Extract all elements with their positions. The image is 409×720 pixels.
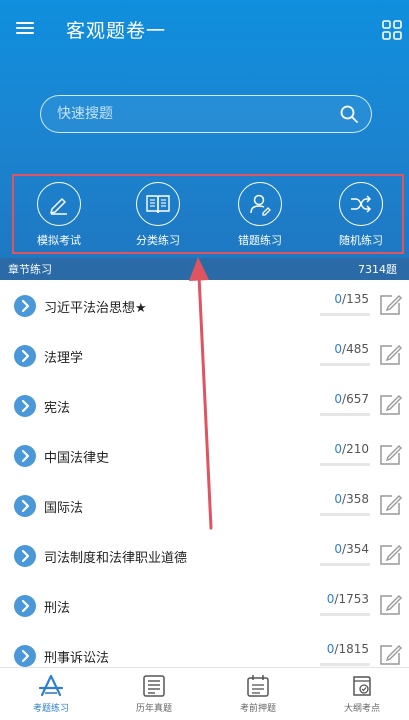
shuffle-icon bbox=[339, 182, 383, 226]
chapter-total-count: /485 bbox=[342, 342, 369, 356]
nav-predict-label: 考前押题 bbox=[239, 704, 276, 714]
chapter-row[interactable]: 中国法律史 0/210 bbox=[0, 432, 409, 482]
chapter-total-count: /1753 bbox=[334, 592, 369, 606]
section-title: 章节练习 bbox=[8, 263, 52, 276]
grid-icon[interactable] bbox=[382, 20, 402, 40]
search-input[interactable] bbox=[57, 96, 327, 131]
chapter-row[interactable]: 习近平法治思想★ 0/135 bbox=[0, 282, 409, 332]
search-box bbox=[40, 95, 372, 133]
edit-icon[interactable] bbox=[378, 443, 402, 467]
chapter-progress: 0/1753 bbox=[327, 592, 369, 606]
section-bar: 章节练习 7314题 bbox=[0, 258, 409, 280]
menu-icon[interactable] bbox=[14, 18, 36, 40]
chevron-right-icon bbox=[14, 645, 36, 667]
chapter-total-count: /135 bbox=[342, 292, 369, 306]
chapter-total-count: /1815 bbox=[334, 642, 369, 656]
chapter-name: 宪法 bbox=[44, 401, 71, 416]
chapter-done-count: 0 bbox=[334, 342, 343, 356]
mock-exam-button[interactable]: 模拟考试 bbox=[16, 182, 102, 252]
nav-outline-label: 大纲考点 bbox=[343, 704, 380, 714]
chapter-row[interactable]: 刑事诉讼法 0/1815 bbox=[0, 632, 409, 667]
random-practice-label: 随机练习 bbox=[339, 234, 383, 247]
chapter-progress: 0/1815 bbox=[327, 642, 369, 656]
chapter-progress: 0/210 bbox=[334, 442, 369, 456]
chapter-name: 刑法 bbox=[44, 601, 71, 616]
mock-exam-label: 模拟考试 bbox=[37, 234, 81, 247]
chapter-progress-bar bbox=[320, 363, 370, 366]
chapter-progress-bar bbox=[320, 563, 370, 566]
edit-icon[interactable] bbox=[378, 593, 402, 617]
question-count: 7314题 bbox=[358, 263, 397, 276]
chapter-row[interactable]: 宪法 0/657 bbox=[0, 382, 409, 432]
chevron-right-icon bbox=[14, 295, 36, 317]
chapter-progress: 0/354 bbox=[334, 542, 369, 556]
top-bar: 客观题卷一 bbox=[0, 0, 409, 60]
chapter-progress-bar bbox=[320, 413, 370, 416]
chapter-name: 习近平法治思想★ bbox=[44, 301, 147, 316]
book-icon bbox=[136, 182, 180, 226]
chapter-name: 刑事诉讼法 bbox=[44, 651, 110, 666]
calendar-icon bbox=[247, 675, 269, 697]
chapter-total-count: /210 bbox=[342, 442, 369, 456]
chapter-progress: 0/358 bbox=[334, 492, 369, 506]
chapter-row[interactable]: 法理学 0/485 bbox=[0, 332, 409, 382]
edit-icon[interactable] bbox=[378, 393, 402, 417]
chapter-name: 中国法律史 bbox=[44, 451, 110, 466]
chapter-list: 习近平法治思想★ 0/135 法理学 0/485 宪法 0/657 中国法律史 0/210 国际… bbox=[0, 282, 409, 667]
pen-icon bbox=[37, 182, 81, 226]
chapter-name: 国际法 bbox=[44, 501, 84, 516]
chapter-done-count: 0 bbox=[334, 492, 343, 506]
wrong-questions-button[interactable]: 错题练习 bbox=[217, 182, 303, 252]
chapter-name: 司法制度和法律职业道德 bbox=[44, 551, 188, 566]
nav-past-papers[interactable]: 历年真题 bbox=[114, 672, 194, 720]
exam-practice-icon bbox=[38, 674, 64, 697]
edit-icon[interactable] bbox=[378, 343, 402, 367]
category-practice-label: 分类练习 bbox=[136, 234, 180, 247]
nav-exam-practice-label: 考题练习 bbox=[32, 704, 69, 714]
past-papers-icon bbox=[143, 675, 165, 697]
nav-predict[interactable]: 考前押题 bbox=[218, 672, 298, 720]
wrong-questions-label: 错题练习 bbox=[238, 234, 282, 247]
chapter-row[interactable]: 刑法 0/1753 bbox=[0, 582, 409, 632]
chevron-right-icon bbox=[14, 395, 36, 417]
chapter-progress-bar bbox=[320, 613, 370, 616]
feature-panel: 模拟考试 分类练习 错题练习 随机练习 bbox=[12, 174, 404, 254]
chapter-row[interactable]: 司法制度和法律职业道德 0/354 bbox=[0, 532, 409, 582]
chapter-progress-bar bbox=[320, 513, 370, 516]
chapter-total-count: /354 bbox=[342, 542, 369, 556]
chapter-total-count: /657 bbox=[342, 392, 369, 406]
chevron-right-icon bbox=[14, 445, 36, 467]
chevron-right-icon bbox=[14, 595, 36, 617]
random-practice-button[interactable]: 随机练习 bbox=[318, 182, 404, 252]
chapter-done-count: 0 bbox=[334, 442, 343, 456]
search-icon[interactable] bbox=[339, 104, 359, 124]
category-practice-button[interactable]: 分类练习 bbox=[115, 182, 201, 252]
chapter-done-count: 0 bbox=[334, 392, 343, 406]
chapter-done-count: 0 bbox=[334, 292, 343, 306]
chapter-total-count: /358 bbox=[342, 492, 369, 506]
edit-icon[interactable] bbox=[378, 543, 402, 567]
edit-icon[interactable] bbox=[378, 293, 402, 317]
page-title: 客观题卷一 bbox=[66, 20, 167, 42]
chapter-progress: 0/657 bbox=[334, 392, 369, 406]
chapter-done-count: 0 bbox=[334, 542, 343, 556]
bottom-nav: 考题练习 历年真题 考前押题 大纲考点 bbox=[0, 667, 409, 720]
chevron-right-icon bbox=[14, 345, 36, 367]
nav-outline[interactable]: 大纲考点 bbox=[322, 672, 402, 720]
nav-exam-practice[interactable]: 考题练习 bbox=[11, 672, 91, 720]
chapter-progress-bar bbox=[320, 313, 370, 316]
chapter-row[interactable]: 国际法 0/358 bbox=[0, 482, 409, 532]
chapter-name: 法理学 bbox=[44, 351, 84, 366]
chapter-progress: 0/135 bbox=[334, 292, 369, 306]
outline-icon bbox=[353, 676, 371, 696]
edit-icon[interactable] bbox=[378, 643, 402, 667]
nav-past-papers-label: 历年真题 bbox=[135, 704, 172, 714]
chevron-right-icon bbox=[14, 545, 36, 567]
chapter-progress-bar bbox=[320, 663, 370, 666]
chevron-right-icon bbox=[14, 495, 36, 517]
edit-icon[interactable] bbox=[378, 493, 402, 517]
chapter-progress: 0/485 bbox=[334, 342, 369, 356]
chapter-progress-bar bbox=[320, 463, 370, 466]
user-edit-icon bbox=[238, 182, 282, 226]
